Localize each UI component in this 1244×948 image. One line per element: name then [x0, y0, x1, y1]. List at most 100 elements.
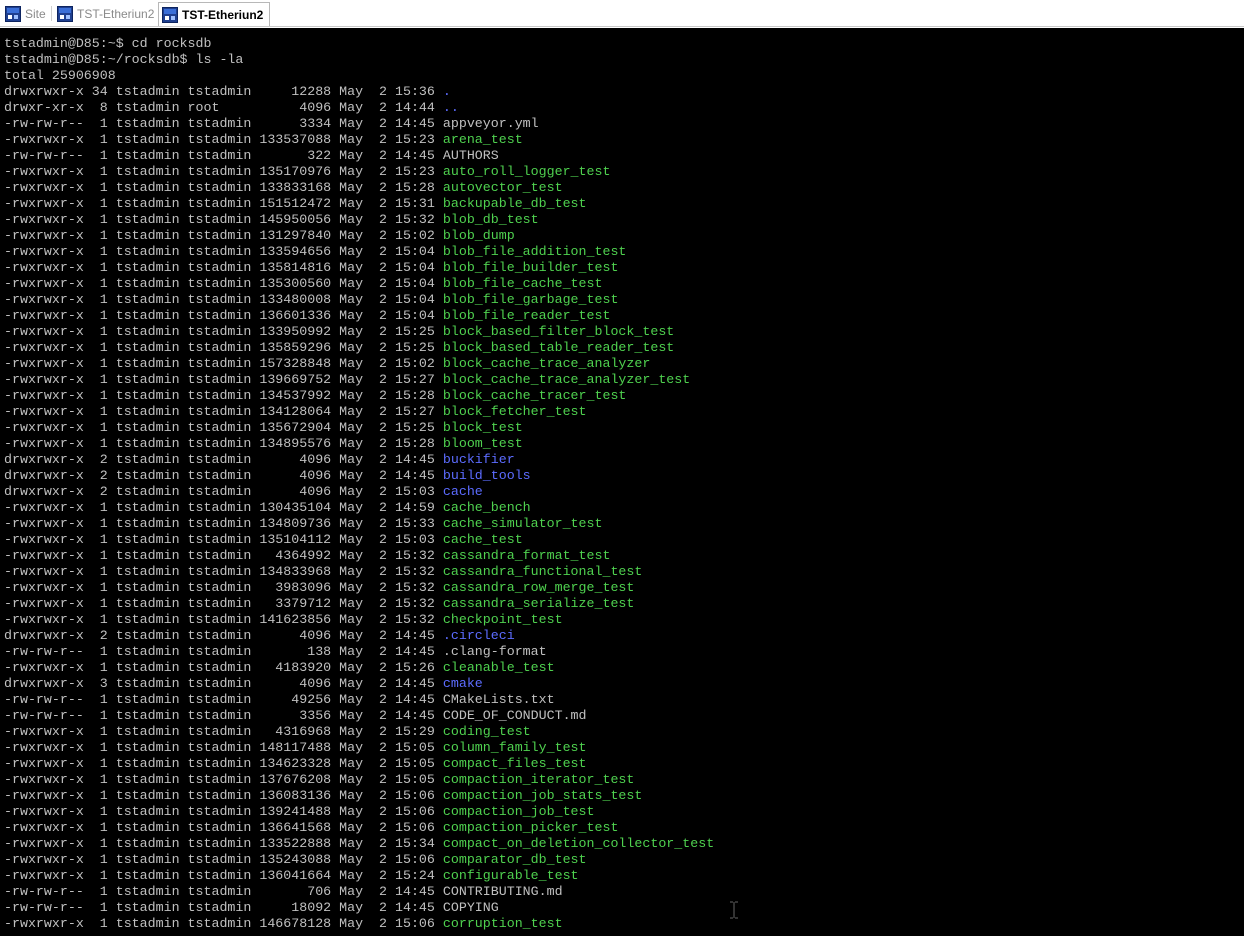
listing-row: -rwxrwxr-x 1 tstadmin tstadmin 134895576…: [4, 436, 1244, 452]
tab-tst-etheriun2-1[interactable]: TST-Etheriun2: [54, 3, 161, 24]
file-meta: -rwxrwxr-x 1 tstadmin tstadmin 134809736…: [4, 516, 443, 531]
file-meta: -rwxrwxr-x 1 tstadmin tstadmin 135672904…: [4, 420, 443, 435]
file-meta: -rwxrwxr-x 1 tstadmin tstadmin 133480008…: [4, 292, 443, 307]
file-name: block_based_table_reader_test: [442, 340, 675, 355]
command-line: tstadmin@D85:~$ cd rocksdb: [4, 36, 212, 51]
listing-row: -rwxrwxr-x 1 tstadmin tstadmin 133950992…: [4, 324, 1244, 340]
listing-row: -rwxrwxr-x 1 tstadmin tstadmin 139669752…: [4, 372, 1244, 388]
file-name: blob_dump: [442, 228, 515, 243]
file-meta: -rwxrwxr-x 1 tstadmin tstadmin 134623328…: [4, 756, 443, 771]
directory-listing: drwxrwxr-x 34 tstadmin tstadmin 12288 Ma…: [4, 84, 1244, 932]
file-name: blob_file_garbage_test: [442, 292, 619, 307]
file-name: COPYING: [442, 900, 499, 915]
listing-row: -rwxrwxr-x 1 tstadmin tstadmin 135300560…: [4, 276, 1244, 292]
file-name: blob_file_reader_test: [442, 308, 611, 323]
listing-row: -rwxrwxr-x 1 tstadmin tstadmin 4364992 M…: [4, 548, 1244, 564]
file-name: compaction_job_test: [442, 804, 595, 819]
file-meta: drwxrwxr-x 2 tstadmin tstadmin 4096 May …: [4, 484, 443, 499]
file-meta: -rwxrwxr-x 1 tstadmin tstadmin 134128064…: [4, 404, 443, 419]
listing-row: -rwxrwxr-x 1 tstadmin tstadmin 133833168…: [4, 180, 1244, 196]
listing-row: -rwxrwxr-x 1 tstadmin tstadmin 134128064…: [4, 404, 1244, 420]
file-meta: -rwxrwxr-x 1 tstadmin tstadmin 151512472…: [4, 196, 443, 211]
file-name: compaction_picker_test: [442, 820, 619, 835]
listing-row: -rwxrwxr-x 1 tstadmin tstadmin 134809736…: [4, 516, 1244, 532]
file-meta: -rw-rw-r-- 1 tstadmin tstadmin 18092 May…: [4, 900, 443, 915]
file-name: block_based_filter_block_test: [442, 324, 675, 339]
file-name: .clang-format: [442, 644, 547, 659]
listing-row: drwxrwxr-x 2 tstadmin tstadmin 4096 May …: [4, 452, 1244, 468]
total-line: total 25906908: [4, 68, 116, 83]
tab-label: TST-Etheriun2: [77, 6, 155, 21]
file-name: compaction_iterator_test: [442, 772, 635, 787]
terminal-session-icon: [57, 5, 73, 22]
listing-row: drwxr-xr-x 8 tstadmin root 4096 May 2 14…: [4, 100, 1244, 116]
listing-row: drwxrwxr-x 2 tstadmin tstadmin 4096 May …: [4, 628, 1244, 644]
file-name: checkpoint_test: [442, 612, 563, 627]
file-name: auto_roll_logger_test: [442, 164, 611, 179]
file-meta: -rwxrwxr-x 1 tstadmin tstadmin 141623856…: [4, 612, 443, 627]
file-name: bloom_test: [442, 436, 523, 451]
file-meta: -rwxrwxr-x 1 tstadmin tstadmin 136601336…: [4, 308, 443, 323]
file-meta: -rwxrwxr-x 1 tstadmin tstadmin 3983096 M…: [4, 580, 443, 595]
file-name: block_test: [442, 420, 523, 435]
file-meta: -rwxrwxr-x 1 tstadmin tstadmin 157328848…: [4, 356, 443, 371]
listing-row: drwxrwxr-x 34 tstadmin tstadmin 12288 Ma…: [4, 84, 1244, 100]
file-meta: -rwxrwxr-x 1 tstadmin tstadmin 4316968 M…: [4, 724, 443, 739]
session-tab-bar: Site TST-Etheriun2 TST-Etheriun2: [0, 0, 1244, 27]
file-meta: -rwxrwxr-x 1 tstadmin tstadmin 135859296…: [4, 340, 443, 355]
listing-row: -rwxrwxr-x 1 tstadmin tstadmin 136601336…: [4, 308, 1244, 324]
file-name: cassandra_functional_test: [442, 564, 643, 579]
tab-label: Site: [25, 6, 46, 21]
file-meta: drwxrwxr-x 2 tstadmin tstadmin 4096 May …: [4, 468, 443, 483]
file-meta: drwxrwxr-x 2 tstadmin tstadmin 4096 May …: [4, 452, 443, 467]
file-meta: -rwxrwxr-x 1 tstadmin tstadmin 136641568…: [4, 820, 443, 835]
listing-row: -rwxrwxr-x 1 tstadmin tstadmin 131297840…: [4, 228, 1244, 244]
listing-row: -rwxrwxr-x 1 tstadmin tstadmin 135243088…: [4, 852, 1244, 868]
listing-row: -rwxrwxr-x 1 tstadmin tstadmin 141623856…: [4, 612, 1244, 628]
text-cursor-icon: [730, 901, 738, 919]
listing-row: -rwxrwxr-x 1 tstadmin tstadmin 4316968 M…: [4, 724, 1244, 740]
file-name: blob_db_test: [442, 212, 539, 227]
file-name: cache: [442, 484, 483, 499]
file-meta: -rwxrwxr-x 1 tstadmin tstadmin 139241488…: [4, 804, 443, 819]
file-meta: -rwxrwxr-x 1 tstadmin tstadmin 135104112…: [4, 532, 443, 547]
file-name: compaction_job_stats_test: [442, 788, 643, 803]
file-meta: -rwxrwxr-x 1 tstadmin tstadmin 135300560…: [4, 276, 443, 291]
listing-row: -rwxrwxr-x 1 tstadmin tstadmin 134623328…: [4, 756, 1244, 772]
file-name: block_cache_tracer_test: [442, 388, 627, 403]
prompt-lines: tstadmin@D85:~$ cd rocksdb tstadmin@D85:…: [4, 36, 1244, 84]
file-meta: -rwxrwxr-x 1 tstadmin tstadmin 139669752…: [4, 372, 443, 387]
file-name: cleanable_test: [442, 660, 555, 675]
file-name: blob_file_addition_test: [442, 244, 627, 259]
file-name: backupable_db_test: [442, 196, 587, 211]
file-meta: -rwxrwxr-x 1 tstadmin tstadmin 134833968…: [4, 564, 443, 579]
file-name: cassandra_row_merge_test: [442, 580, 635, 595]
file-meta: -rwxrwxr-x 1 tstadmin tstadmin 4183920 M…: [4, 660, 443, 675]
terminal-output[interactable]: tstadmin@D85:~$ cd rocksdb tstadmin@D85:…: [0, 28, 1244, 936]
file-name: appveyor.yml: [442, 116, 539, 131]
file-meta: -rwxrwxr-x 1 tstadmin tstadmin 133594656…: [4, 244, 443, 259]
file-name: comparator_db_test: [442, 852, 587, 867]
file-meta: -rw-rw-r-- 1 tstadmin tstadmin 3334 May …: [4, 116, 443, 131]
listing-row: -rwxrwxr-x 1 tstadmin tstadmin 4183920 M…: [4, 660, 1244, 676]
terminal-session-icon: [162, 6, 178, 23]
listing-row: -rwxrwxr-x 1 tstadmin tstadmin 135104112…: [4, 532, 1244, 548]
listing-row: -rwxrwxr-x 1 tstadmin tstadmin 134537992…: [4, 388, 1244, 404]
file-name: block_cache_trace_analyzer_test: [442, 372, 691, 387]
file-name: CONTRIBUTING.md: [442, 884, 563, 899]
tab-site[interactable]: Site: [2, 3, 52, 24]
file-name: build_tools: [442, 468, 531, 483]
file-meta: -rwxrwxr-x 1 tstadmin tstadmin 134895576…: [4, 436, 443, 451]
file-meta: -rwxrwxr-x 1 tstadmin tstadmin 145950056…: [4, 212, 443, 227]
terminal-session-icon: [5, 5, 21, 22]
tab-tst-etheriun2-2[interactable]: TST-Etheriun2: [158, 2, 271, 26]
listing-row: -rwxrwxr-x 1 tstadmin tstadmin 137676208…: [4, 772, 1244, 788]
file-name: cache_simulator_test: [442, 516, 603, 531]
file-name: column_family_test: [442, 740, 587, 755]
file-meta: -rw-rw-r-- 1 tstadmin tstadmin 138 May 2…: [4, 644, 443, 659]
file-name: cassandra_serialize_test: [442, 596, 635, 611]
file-name: configurable_test: [442, 868, 579, 883]
file-meta: drwxrwxr-x 2 tstadmin tstadmin 4096 May …: [4, 628, 443, 643]
file-name: cache_test: [442, 532, 523, 547]
file-meta: -rwxrwxr-x 1 tstadmin tstadmin 4364992 M…: [4, 548, 443, 563]
